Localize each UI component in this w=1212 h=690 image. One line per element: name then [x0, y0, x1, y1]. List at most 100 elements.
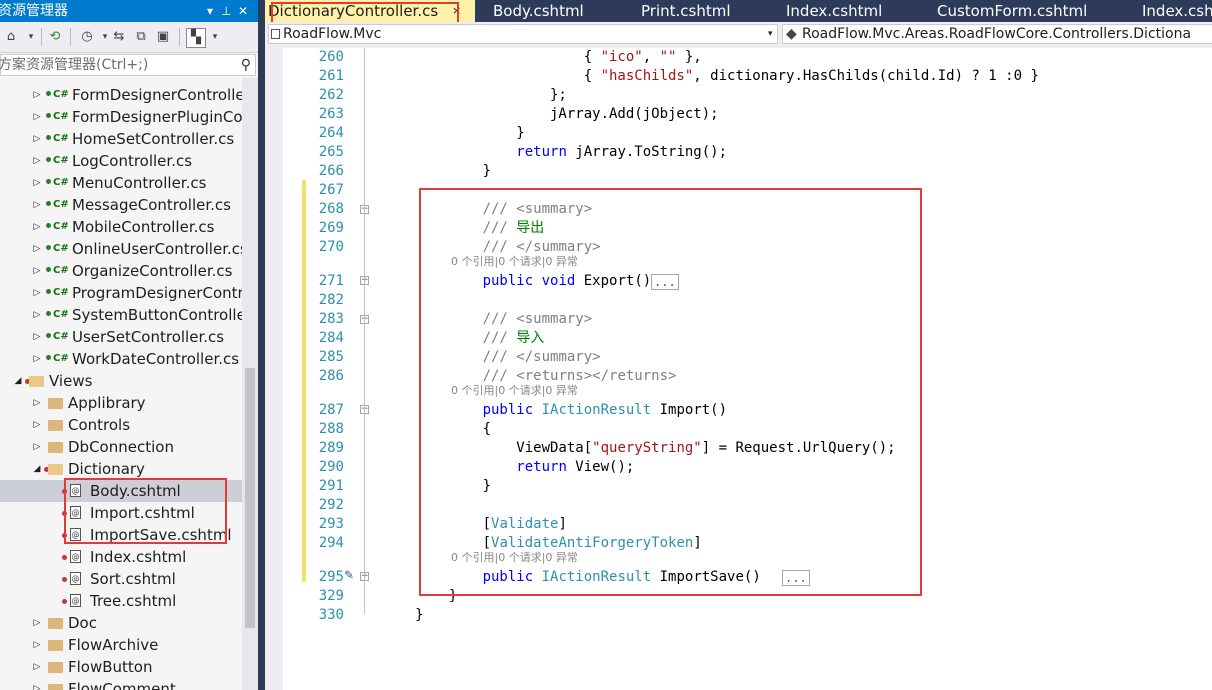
collapsed-arrow-icon[interactable]: ▷ — [32, 106, 42, 128]
code-line[interactable]: } — [373, 124, 524, 143]
tab-print[interactable]: Print.cshtml — [641, 0, 731, 22]
tree-item-label: Applibrary — [68, 394, 146, 412]
search-icon[interactable]: ⚲ — [241, 55, 251, 75]
collapsed-arrow-icon[interactable]: ▷ — [32, 128, 42, 150]
collapsed-arrow-icon[interactable]: ▷ — [32, 172, 42, 194]
tab-label: Index.csht — [1142, 2, 1212, 20]
tree-item-label: OnlineUserController.cs — [72, 240, 242, 258]
tree-item[interactable]: ▷ C# OrganizeController.cs — [0, 260, 242, 282]
collapsed-arrow-icon[interactable]: ▷ — [32, 612, 42, 634]
collapse-all-icon[interactable]: ⧉ — [132, 28, 150, 46]
close-icon[interactable]: ✕ — [238, 0, 248, 22]
collapsed-arrow-icon[interactable]: ▷ — [32, 436, 42, 458]
annotation-box — [419, 188, 922, 596]
tree-item[interactable]: ▷ C# HomeSetController.cs — [0, 128, 242, 150]
chevron-down-icon[interactable]: ▾ — [22, 28, 40, 46]
tab-index[interactable]: Index.cshtml — [786, 0, 882, 22]
explorer-search[interactable]: ⚲ — [0, 54, 256, 76]
tree-item[interactable]: ▷ FlowButton — [0, 656, 242, 678]
tree-item[interactable]: @ Sort.cshtml — [0, 568, 242, 590]
line-number: 284 — [318, 330, 344, 346]
tree-item[interactable]: ▷ FlowComment — [0, 678, 242, 690]
tree-item-label: ProgramDesignerContr — [72, 284, 242, 302]
tree-item[interactable]: @ Index.cshtml — [0, 546, 242, 568]
preview-icon[interactable]: ▚ — [186, 28, 206, 48]
show-all-files-icon[interactable]: ▣ — [154, 28, 172, 46]
project-dropdown[interactable]: RoadFlow.Mvc ▾ — [268, 24, 778, 44]
tree-item[interactable]: ▷ C# MenuController.cs — [0, 172, 242, 194]
tree-item[interactable]: ▷ C# FormDesignerControlle — [0, 84, 242, 106]
csharp-file-icon: C# — [46, 216, 69, 238]
project-name: RoadFlow.Mvc — [283, 26, 382, 42]
expanded-arrow-icon[interactable]: ◢ — [13, 370, 23, 392]
scrollbar-thumb[interactable] — [245, 368, 255, 628]
home-icon[interactable]: ⌂ — [2, 28, 20, 46]
tree-item[interactable]: ▷ C# OnlineUserController.cs — [0, 238, 242, 260]
tree-item[interactable]: ▷ Doc — [0, 612, 242, 634]
collapsed-arrow-icon[interactable]: ▷ — [32, 392, 42, 414]
back-forward-icon[interactable]: ⇆ — [110, 28, 128, 46]
collapsed-arrow-icon[interactable]: ▷ — [32, 678, 42, 690]
collapsed-arrow-icon[interactable]: ▷ — [32, 282, 42, 304]
tab-body[interactable]: Body.cshtml — [493, 0, 584, 22]
tree-item[interactable]: ▷ FlowArchive — [0, 634, 242, 656]
code-line[interactable]: }; — [373, 86, 567, 105]
collapsed-arrow-icon[interactable]: ▷ — [32, 304, 42, 326]
tree-item[interactable]: ▷ C# LogController.cs — [0, 150, 242, 172]
expanded-arrow-icon[interactable]: ◢ — [32, 458, 42, 480]
collapsed-arrow-icon[interactable]: ▷ — [32, 150, 42, 172]
collapsed-arrow-icon[interactable]: ▷ — [32, 348, 42, 370]
collapsed-arrow-icon[interactable]: ▷ — [32, 634, 42, 656]
tree-item[interactable]: @ Tree.cshtml — [0, 590, 242, 612]
line-number: 329 — [318, 588, 344, 604]
tree-item[interactable]: ▷ Controls — [0, 414, 242, 436]
dropdown-icon[interactable]: ▾ — [207, 0, 213, 22]
tree-item[interactable]: ◢ Views — [0, 370, 242, 392]
edit-pencil-icon[interactable]: ✎ — [344, 568, 354, 582]
tree-item[interactable]: ▷ C# MessageController.cs — [0, 194, 242, 216]
collapsed-arrow-icon[interactable]: ▷ — [32, 260, 42, 282]
folder-open-icon — [29, 376, 44, 387]
search-input[interactable] — [0, 55, 223, 75]
tab-customform[interactable]: CustomForm.cshtml — [937, 0, 1087, 22]
collapsed-arrow-icon[interactable]: ▷ — [32, 238, 42, 260]
tree-item[interactable]: ▷ C# UserSetController.cs — [0, 326, 242, 348]
tree-item[interactable]: ▷ C# SystemButtonControlle — [0, 304, 242, 326]
csharp-file-icon: C# — [46, 106, 69, 128]
history-icon[interactable]: ◷ — [78, 28, 96, 46]
code-line[interactable]: } — [373, 606, 423, 625]
tree-item-label: FormDesignerControlle — [72, 86, 242, 104]
explorer-scrollbar[interactable] — [242, 78, 258, 690]
code-line[interactable]: } — [373, 162, 491, 181]
outline-guide — [364, 48, 365, 614]
tree-item-label: MobileController.cs — [72, 218, 215, 236]
collapsed-arrow-icon[interactable]: ▷ — [32, 414, 42, 436]
tree-item[interactable]: ▷ DbConnection — [0, 436, 242, 458]
collapsed-arrow-icon[interactable]: ▷ — [32, 84, 42, 106]
pin-icon[interactable]: ⊥ — [221, 0, 231, 22]
collapsed-arrow-icon[interactable]: ▷ — [32, 194, 42, 216]
tree-item[interactable]: ▷ C# WorkDateController.cs — [0, 348, 242, 370]
code-line[interactable]: return jArray.ToString(); — [373, 143, 727, 162]
code-line[interactable]: { "ico", "" }, — [373, 48, 702, 67]
tree-item[interactable]: ◢ Dictionary — [0, 458, 242, 480]
sync-icon[interactable]: ⟲ — [46, 28, 64, 46]
line-number: 268 — [318, 201, 344, 217]
tree-item[interactable]: ▷ C# FormDesignerPluginCo — [0, 106, 242, 128]
tree-item[interactable]: ▷ C# ProgramDesignerContr — [0, 282, 242, 304]
splitter[interactable] — [258, 0, 265, 690]
line-number: 292 — [318, 497, 344, 513]
tree-item[interactable]: ▷ C# MobileController.cs — [0, 216, 242, 238]
csharp-file-icon: C# — [46, 282, 69, 304]
code-line[interactable]: { "hasChilds", dictionary.HasChilds(chil… — [373, 67, 1039, 86]
collapsed-arrow-icon[interactable]: ▷ — [32, 326, 42, 348]
git-status-icon — [62, 555, 67, 560]
line-number: 287 — [318, 402, 344, 418]
chevron-down-icon[interactable]: ▾ — [206, 28, 224, 46]
collapsed-arrow-icon[interactable]: ▷ — [32, 656, 42, 678]
collapsed-arrow-icon[interactable]: ▷ — [32, 216, 42, 238]
tree-item[interactable]: ▷ Applibrary — [0, 392, 242, 414]
tab-index-2[interactable]: Index.csht — [1142, 0, 1212, 22]
code-line[interactable]: jArray.Add(jObject); — [373, 105, 719, 124]
namespace-dropdown[interactable]: ◆ RoadFlow.Mvc.Areas.RoadFlowCore.Contro… — [782, 24, 1212, 44]
